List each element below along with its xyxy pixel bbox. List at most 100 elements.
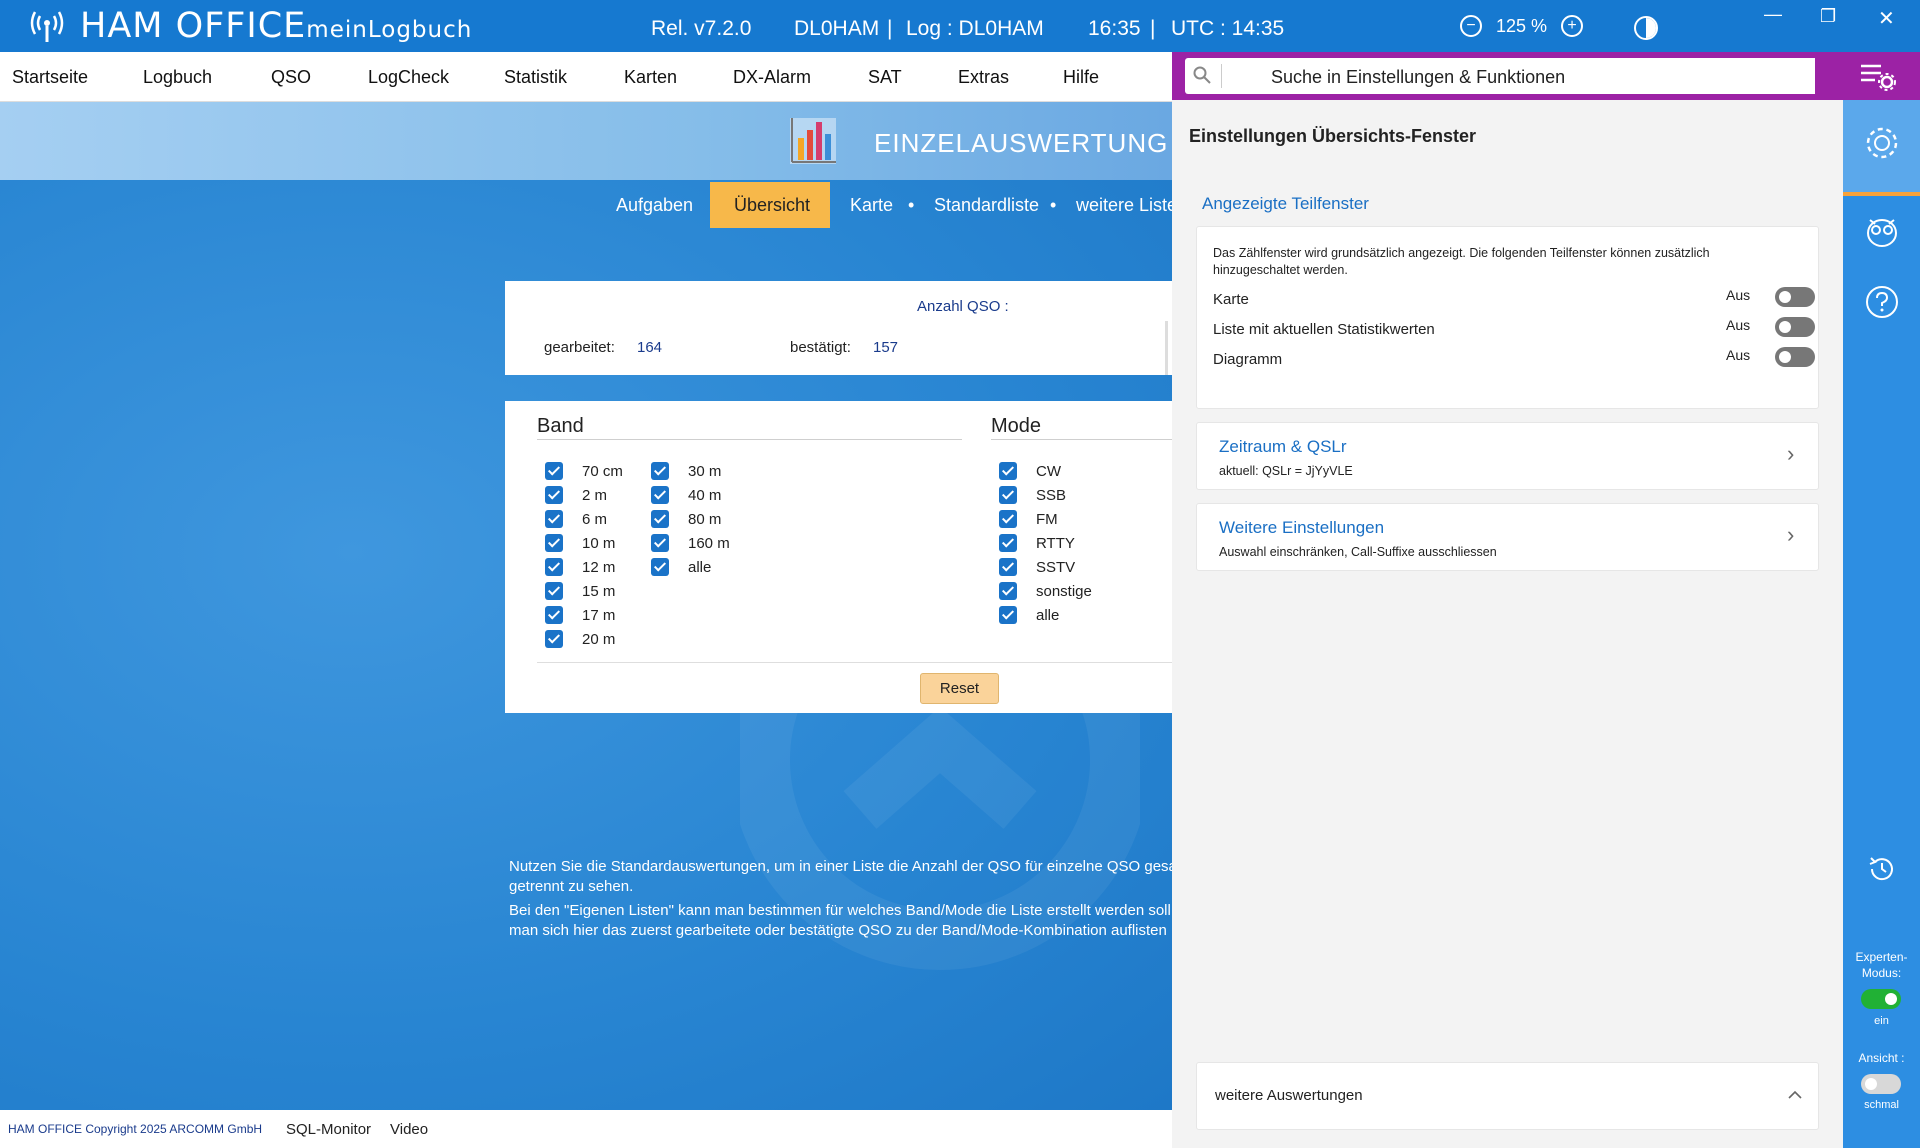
menu-hilfe[interactable]: Hilfe: [1063, 67, 1099, 88]
tab-weitere-liste[interactable]: weitere Liste: [1076, 195, 1177, 216]
zoom-out-icon[interactable]: −: [1460, 15, 1482, 37]
band-label: 30 m: [688, 463, 722, 480]
toggle-state: Aus: [1726, 317, 1751, 333]
menu-startseite[interactable]: Startseite: [12, 67, 88, 88]
menu-dx-alarm[interactable]: DX-Alarm: [733, 67, 811, 88]
release-version: Rel. v7.2.0: [651, 17, 752, 40]
chart-icon: [790, 118, 836, 164]
info-text: Nutzen Sie die Standardauswertungen, um …: [509, 857, 1172, 941]
tab-aufgaben[interactable]: Aufgaben: [616, 195, 693, 216]
card-title: Weitere Einstellungen: [1219, 518, 1385, 537]
checkbox-band-15m[interactable]: [545, 582, 563, 600]
toggle-label-diagramm: Diagramm: [1213, 351, 1283, 368]
checkbox-mode-alle[interactable]: [999, 606, 1017, 624]
divider: [991, 439, 1172, 440]
divider: [1221, 64, 1222, 88]
right-sidebar: Experten- Modus: ein Ansicht : schmal: [1843, 100, 1920, 1148]
menu-statistik[interactable]: Statistik: [504, 67, 567, 88]
tab-standardliste[interactable]: Standardliste: [934, 195, 1039, 216]
contrast-icon[interactable]: [1634, 16, 1658, 40]
checkbox-mode-rtty[interactable]: [999, 534, 1017, 552]
checkbox-mode-sonstige[interactable]: [999, 582, 1017, 600]
menu-extras[interactable]: Extras: [958, 67, 1009, 88]
filter-card: Band Mode 70 cm 2 m 6 m 10 m 12 m 15 m 1…: [505, 401, 1172, 713]
video-link[interactable]: Video: [390, 1121, 428, 1138]
app-name: HAM OFFICE: [80, 6, 307, 46]
info-line: Bei den "Eigenen Listen" kann man bestim…: [509, 902, 1172, 919]
qso-count-title: Anzahl QSO :: [917, 298, 1009, 315]
expert-mode-state: ein: [1874, 1015, 1889, 1027]
menu-logbuch[interactable]: Logbuch: [143, 67, 212, 88]
menu-sat[interactable]: SAT: [868, 67, 902, 88]
chevron-up-icon: [1788, 1090, 1802, 1099]
mode-label: RTTY: [1036, 535, 1075, 552]
copyright-text: HAM OFFICE Copyright 2025 ARCOMM GmbH: [8, 1122, 263, 1136]
checkbox-band-6m[interactable]: [545, 510, 563, 528]
zoom-level: 125 %: [1496, 15, 1548, 36]
band-label: 12 m: [582, 559, 616, 576]
checkbox-band-2m[interactable]: [545, 486, 563, 504]
help-icon[interactable]: [1863, 284, 1901, 324]
separator: |: [887, 17, 893, 40]
checkbox-band-20m[interactable]: [545, 630, 563, 648]
owl-icon[interactable]: [1863, 212, 1901, 250]
checkbox-band-80m[interactable]: [651, 510, 669, 528]
checkbox-band-12m[interactable]: [545, 558, 563, 576]
settings-search-input[interactable]: Suche in Einstellungen & Funktionen: [1185, 58, 1818, 94]
tab-uebersicht[interactable]: Übersicht: [734, 195, 810, 216]
card-subtitle: Auswahl einschränken, Call-Suffixe aussc…: [1219, 545, 1497, 559]
info-line: man sich hier das zuerst gearbeitete ode…: [509, 922, 1167, 939]
checkbox-band-alle[interactable]: [651, 558, 669, 576]
view-toggle[interactable]: [1861, 1074, 1901, 1094]
checkbox-mode-cw[interactable]: [999, 462, 1017, 480]
scrollbar[interactable]: [1165, 321, 1168, 375]
footer-label: weitere Auswertungen: [1215, 1087, 1363, 1104]
zeitraum-card[interactable]: Zeitraum & QSLr aktuell: QSLr = JjYyVLE …: [1196, 422, 1819, 490]
sql-monitor-link[interactable]: SQL-Monitor: [286, 1121, 371, 1138]
checkbox-band-70cm[interactable]: [545, 462, 563, 480]
expert-mode-toggle[interactable]: [1861, 989, 1901, 1009]
expert-label-line: Experten-: [1855, 950, 1908, 964]
view-state: schmal: [1864, 1099, 1899, 1111]
tab-karte[interactable]: Karte: [850, 195, 893, 216]
app-subtitle: .meinLogbuch: [298, 17, 473, 43]
view-label: Ansicht :: [1858, 1051, 1905, 1065]
gear-icon[interactable]: [1863, 124, 1901, 162]
close-icon[interactable]: ✕: [1878, 6, 1895, 31]
band-label: alle: [688, 559, 712, 576]
checkbox-band-40m[interactable]: [651, 486, 669, 504]
checkbox-band-17m[interactable]: [545, 606, 563, 624]
checkbox-band-160m[interactable]: [651, 534, 669, 552]
zoom-in-icon[interactable]: +: [1561, 15, 1584, 37]
band-label: 20 m: [582, 631, 616, 648]
checkbox-band-10m[interactable]: [545, 534, 563, 552]
toggle-statistikwerte[interactable]: [1775, 317, 1815, 337]
band-label: 80 m: [688, 511, 722, 528]
toggle-diagramm[interactable]: [1775, 347, 1815, 367]
checkbox-mode-sstv[interactable]: [999, 558, 1017, 576]
expert-mode-label: Experten- Modus:: [1843, 949, 1920, 981]
toggle-karte[interactable]: [1775, 287, 1815, 307]
history-icon[interactable]: [1867, 854, 1897, 884]
settings-title: Einstellungen Übersichts-Fenster: [1189, 126, 1477, 146]
checkbox-mode-ssb[interactable]: [999, 486, 1017, 504]
band-title: Band: [537, 415, 584, 437]
weitere-einstellungen-card[interactable]: Weitere Einstellungen Auswahl einschränk…: [1196, 503, 1819, 571]
weitere-auswertungen-card[interactable]: weitere Auswertungen: [1196, 1062, 1819, 1130]
section-title: Angezeigte Teilfenster: [1202, 194, 1369, 213]
menu-qso[interactable]: QSO: [271, 67, 311, 88]
local-time: 16:35: [1088, 17, 1141, 40]
checkbox-mode-fm[interactable]: [999, 510, 1017, 528]
settings-menu-button[interactable]: [1815, 52, 1920, 100]
page-banner: EINZELAUSWERTUNG: [0, 102, 1172, 180]
info-line: Nutzen Sie die Standardauswertungen, um …: [509, 858, 1172, 875]
worked-label: gearbeitet:: [544, 339, 615, 356]
reset-button[interactable]: Reset: [920, 673, 999, 704]
minimize-icon[interactable]: —: [1764, 4, 1782, 25]
menu-karten[interactable]: Karten: [624, 67, 677, 88]
restore-icon[interactable]: ❐: [1820, 6, 1836, 27]
settings-panel: Einstellungen Übersichts-Fenster Angezei…: [1172, 100, 1843, 1148]
checkbox-band-30m[interactable]: [651, 462, 669, 480]
callsign: DL0HAM: [794, 17, 880, 40]
menu-logcheck[interactable]: LogCheck: [368, 67, 449, 88]
